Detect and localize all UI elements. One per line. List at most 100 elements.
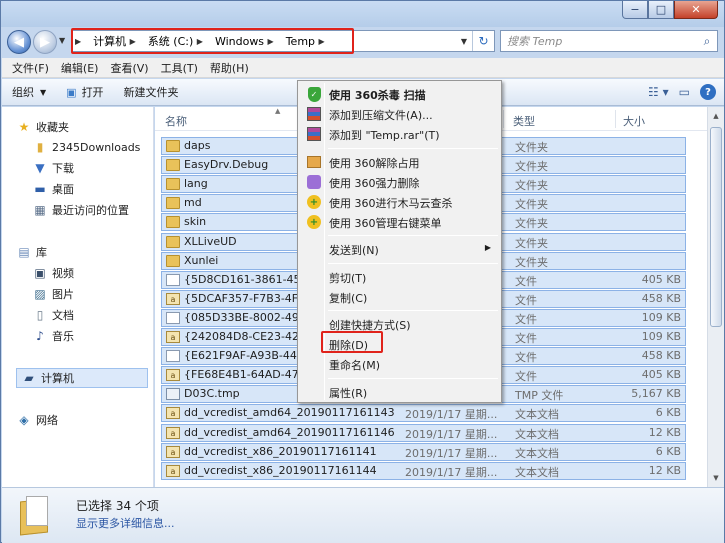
file-type: 文件夹 [515, 198, 548, 212]
sidebar-network[interactable]: ◈ 网络 [16, 410, 58, 430]
close-button[interactable]: ✕ [674, 1, 718, 19]
help-icon[interactable]: ? [700, 84, 716, 100]
context-menu-item[interactable]: + 使用 360进行木马云查杀 [300, 192, 499, 212]
file-row[interactable]: a dd_vcredist_x86_20190117161141 2019/1/17… [161, 442, 686, 461]
file-type: 文件 [515, 351, 537, 365]
sidebar-item-videos[interactable]: ▣ 视频 [32, 263, 74, 283]
context-menu-item[interactable]: 重命名(M) [300, 354, 499, 374]
context-menu-item[interactable]: 使用 360解除占用 [300, 152, 499, 172]
force-delete-icon [303, 174, 325, 190]
menu-tools[interactable]: 工具(T) [155, 60, 204, 76]
scroll-thumb[interactable] [710, 127, 722, 327]
column-header-size[interactable]: 大小 [623, 113, 645, 129]
recent-pages-dropdown[interactable]: ▼ [59, 36, 65, 45]
selection-count: 已选择 34 个项 [76, 499, 159, 513]
sidebar-libraries[interactable]: ▤ 库 [16, 242, 47, 262]
locked-file-icon: a [166, 292, 180, 305]
file-size: 6 KB [655, 406, 681, 420]
file-type: 文件夹 [515, 236, 548, 250]
file-name: dd_vcredist_amd64_20190117161143 [184, 406, 395, 420]
menu-item-label: 添加到压缩文件(A)... [329, 109, 433, 123]
show-details-link[interactable]: 显示更多详细信息... [76, 515, 175, 531]
file-type: 文件 [515, 293, 537, 307]
view-options-icon[interactable]: ☷ ▾ [648, 85, 669, 99]
winrar-icon [303, 126, 325, 142]
address-dropdown-button[interactable]: ▼ [456, 37, 472, 46]
file-name: lang [184, 177, 208, 191]
sidebar-item-music[interactable]: ♪ 音乐 [32, 326, 74, 346]
scroll-down-icon[interactable]: ▼ [710, 471, 722, 485]
scroll-up-icon[interactable]: ▲ [710, 109, 722, 123]
sidebar-item-desktop[interactable]: ▬ 桌面 [32, 179, 74, 199]
file-size: 5,167 KB [631, 387, 681, 401]
context-menu-item[interactable]: 添加到压缩文件(A)... [300, 104, 499, 124]
organize-button[interactable]: 组织 ▼ [2, 79, 56, 105]
menu-file[interactable]: 文件(F) [6, 60, 55, 76]
file-row[interactable]: a dd_vcredist_x86_20190117161144 2019/1/17… [161, 461, 686, 480]
locked-file-icon: a [166, 407, 180, 420]
minimize-button[interactable]: − [622, 1, 648, 19]
music-icon: ♪ [36, 329, 44, 343]
open-button[interactable]: ▣ 打开 [56, 79, 113, 105]
menu-edit[interactable]: 编辑(E) [55, 60, 105, 76]
vertical-scrollbar[interactable]: ▲ ▼ [707, 107, 724, 487]
sidebar-label: 最近访问的位置 [52, 204, 129, 217]
maximize-button[interactable]: □ [648, 1, 674, 19]
context-menu-item[interactable]: ✓ 使用 360杀毒 扫描 [300, 84, 499, 104]
back-button[interactable]: ◀ [7, 30, 31, 54]
title-bar[interactable]: − □ ✕ [1, 1, 724, 27]
sidebar-computer[interactable]: ▰ 计算机 [16, 368, 148, 388]
context-menu-item[interactable]: 发送到(N) ▶ [300, 239, 499, 259]
preview-pane-icon[interactable]: ▭ [679, 85, 690, 99]
blank-icon-slot [303, 316, 325, 332]
column-header-type[interactable]: 类型 [513, 113, 535, 129]
context-menu-item[interactable]: 使用 360强力删除 [300, 172, 499, 192]
refresh-icon[interactable]: ↻ [472, 31, 494, 51]
address-red-highlight [71, 28, 354, 54]
column-divider[interactable] [503, 110, 504, 128]
context-menu-item[interactable]: 剪切(T) [300, 267, 499, 287]
open-label: 打开 [81, 86, 104, 99]
file-size: 458 KB [641, 349, 681, 363]
column-divider[interactable] [615, 110, 616, 128]
context-menu-item[interactable]: 属性(R) [300, 382, 499, 402]
file-type: 文本文档 [515, 465, 559, 479]
file-name: dd_vcredist_x86_20190117161141 [184, 444, 377, 458]
magnifier-icon[interactable]: ⌕ [697, 34, 717, 49]
desktop-icon: ▬ [34, 182, 46, 196]
column-header-name[interactable]: 名称 [165, 113, 187, 129]
file-row[interactable]: a dd_vcredist_amd64_20190117161143 2019/1/… [161, 404, 686, 423]
sidebar-favorites[interactable]: ★ 收藏夹 [16, 117, 69, 137]
blank-icon-slot [303, 356, 325, 372]
new-folder-button[interactable]: 新建文件夹 [114, 79, 189, 105]
file-name: Xunlei [184, 253, 219, 267]
file-name: dd_vcredist_amd64_20190117161146 [184, 425, 395, 439]
menu-help[interactable]: 帮助(H) [204, 60, 255, 76]
sidebar-item-pictures[interactable]: ▨ 图片 [32, 284, 74, 304]
search-box[interactable]: 搜索 Temp ⌕ [500, 30, 718, 52]
menu-item-label: 复制(C) [329, 291, 368, 305]
menu-view[interactable]: 查看(V) [104, 60, 154, 76]
sidebar-item-downloads[interactable]: ▼ 下载 [32, 158, 74, 178]
sidebar-item-recent[interactable]: ▦ 最近访问的位置 [32, 200, 129, 220]
trojan-scan-icon: + [303, 194, 325, 210]
locked-file-icon: a [166, 369, 180, 382]
locked-file-icon: a [166, 464, 180, 477]
search-input[interactable]: 搜索 Temp [507, 33, 697, 49]
file-size: 12 KB [648, 425, 681, 439]
navigation-bar: ◀ ▶ ▼ ▶ 计算机 ▶ 系统 (C:) ▶ Windows ▶ Temp ▶… [1, 27, 724, 57]
sidebar-item-documents[interactable]: ▯ 文档 [32, 305, 74, 325]
file-icon [166, 350, 180, 363]
file-row[interactable]: a dd_vcredist_amd64_20190117161146 2019/1/… [161, 423, 686, 442]
forward-button[interactable]: ▶ [33, 30, 57, 54]
file-type: 文件 [515, 274, 537, 288]
file-type: 文件夹 [515, 217, 548, 231]
context-menu-item[interactable]: + 使用 360管理右键菜单 [300, 212, 499, 232]
sidebar-label: 2345Downloads [52, 140, 141, 154]
file-date: 2019/1/17 星期... [405, 427, 498, 441]
sidebar-item-2345downloads[interactable]: ▮ 2345Downloads [32, 137, 141, 157]
context-menu-item[interactable]: 添加到 "Temp.rar"(T) [300, 124, 499, 144]
context-menu-item[interactable]: 复制(C) [300, 287, 499, 307]
file-date: 2019/1/17 星期... [405, 408, 498, 422]
blank-icon-slot [303, 384, 325, 400]
